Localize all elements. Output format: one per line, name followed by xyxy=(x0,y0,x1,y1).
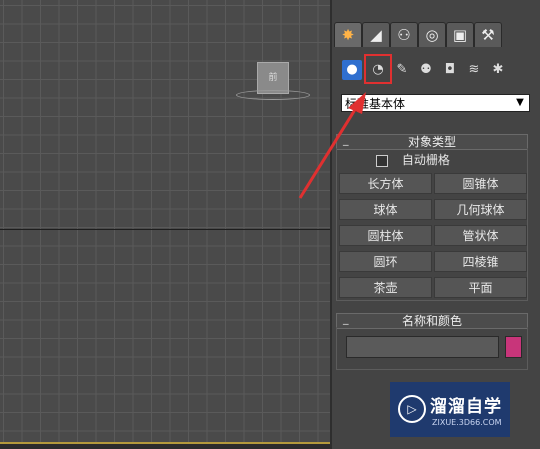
object-name-input[interactable] xyxy=(346,336,499,358)
viewport-bottom-bar xyxy=(0,442,330,449)
viewport-axis-line xyxy=(0,229,330,230)
box-button[interactable]: 长方体 xyxy=(339,173,432,194)
collapse-icon[interactable]: _ xyxy=(343,312,349,326)
watermark-url: ZIXUE.3D66.COM xyxy=(432,418,502,427)
subcategory-row: ● ◔ ✎ ⚉ ◘ ≋ ✱ xyxy=(338,54,538,84)
object-color-swatch[interactable] xyxy=(505,336,522,358)
shapes-highlight-box xyxy=(364,54,392,84)
chevron-down-icon[interactable]: ▼ xyxy=(513,95,527,111)
geometry-icon[interactable]: ● xyxy=(342,60,362,80)
create-tab-icon[interactable]: ✸ xyxy=(334,22,362,47)
cylinder-button[interactable]: 圆柱体 xyxy=(339,225,432,246)
utilities-tab-icon[interactable]: ⚒ xyxy=(474,22,502,47)
autogrid-label: 自动栅格 xyxy=(401,153,450,167)
perspective-viewport[interactable]: 前 xyxy=(0,0,330,449)
object-type-title: 对象类型 xyxy=(407,135,456,149)
cone-button[interactable]: 圆锥体 xyxy=(434,173,527,194)
display-tab-icon[interactable]: ▣ xyxy=(446,22,474,47)
lights-icon[interactable]: ✎ xyxy=(392,60,412,80)
watermark-badge: ▷ 溜溜自学 ZIXUE.3D66.COM xyxy=(390,382,510,437)
sphere-button[interactable]: 球体 xyxy=(339,199,432,220)
pyramid-button[interactable]: 四棱锥 xyxy=(434,251,527,272)
tube-button[interactable]: 管状体 xyxy=(434,225,527,246)
name-color-title: 名称和颜色 xyxy=(401,314,462,328)
hierarchy-tab-icon[interactable]: ⚇ xyxy=(390,22,418,47)
play-logo-icon: ▷ xyxy=(398,395,426,423)
cameras-icon[interactable]: ⚉ xyxy=(416,60,436,80)
plane-button[interactable]: 平面 xyxy=(434,277,527,298)
motion-tab-icon[interactable]: ◎ xyxy=(418,22,446,47)
helpers-icon[interactable]: ◘ xyxy=(440,60,460,80)
autogrid-row[interactable]: 自动栅格 xyxy=(376,153,450,167)
category-dropdown[interactable]: 标准基本体 ▼ xyxy=(341,94,530,112)
autogrid-checkbox[interactable] xyxy=(376,154,388,167)
collapse-icon[interactable]: _ xyxy=(343,133,349,147)
teapot-button[interactable]: 茶壶 xyxy=(339,277,432,298)
watermark-title: 溜溜自学 xyxy=(430,397,502,417)
torus-button[interactable]: 圆环 xyxy=(339,251,432,272)
viewcube-compass-ring[interactable] xyxy=(236,90,310,100)
modify-tab-icon[interactable]: ◢ xyxy=(362,22,390,47)
command-panel-tabs: ✸ ◢ ⚇ ◎ ▣ ⚒ xyxy=(332,22,540,48)
systems-icon[interactable]: ✱ xyxy=(488,60,508,80)
space-warps-icon[interactable]: ≋ xyxy=(464,60,484,80)
category-dropdown-value: 标准基本体 xyxy=(345,97,406,111)
geosphere-button[interactable]: 几何球体 xyxy=(434,199,527,220)
